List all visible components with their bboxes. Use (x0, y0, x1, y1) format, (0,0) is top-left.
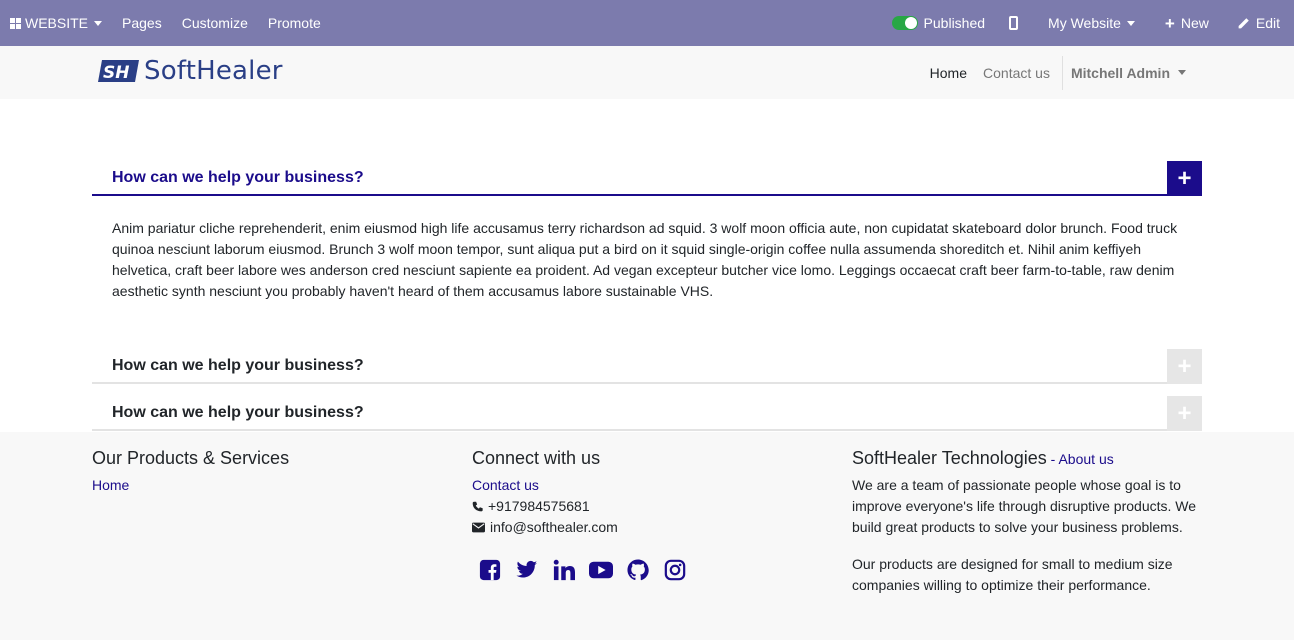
footer-email: info@softhealer.com (472, 517, 700, 538)
website-menu-button[interactable]: WEBSITE (0, 0, 112, 46)
chevron-down-icon (1126, 20, 1135, 26)
footer-heading: SoftHealer Technologies - About us (852, 448, 1114, 468)
plus-icon: + (1164, 13, 1175, 33)
linkedin-icon[interactable] (552, 558, 576, 582)
mobile-icon (1009, 16, 1019, 30)
footer-products-column: Our Products & Services Home (92, 448, 289, 496)
published-toggle[interactable]: Published (882, 0, 998, 46)
softhealer-logo-icon: SH (98, 60, 139, 83)
twitter-icon[interactable] (515, 558, 539, 582)
footer-heading: Our Products & Services (92, 448, 290, 468)
footer-home-link[interactable]: Home (92, 475, 129, 496)
chevron-down-icon (94, 20, 103, 26)
footer-heading: Connect with us (472, 448, 601, 468)
accordion-item: How can we help your business? + (92, 396, 1202, 431)
user-menu-dropdown[interactable]: Mitchell Admin (1063, 65, 1194, 81)
toggle-switch-icon (891, 16, 918, 30)
phone-icon (472, 501, 483, 512)
accordion-header[interactable]: How can we help your business? + (92, 349, 1202, 384)
social-links (478, 558, 700, 582)
footer-phone: +917984575681 (472, 496, 700, 517)
accordion-header[interactable]: How can we help your business? + (92, 161, 1202, 196)
main-content: How can we help your business? + Anim pa… (0, 99, 1294, 432)
plus-icon[interactable]: + (1167, 396, 1202, 431)
site-logo[interactable]: SH SoftHealer (98, 56, 283, 86)
promote-menu-button[interactable]: Promote (258, 0, 331, 46)
about-us-link[interactable]: About us (1058, 451, 1113, 467)
accordion-body: Anim pariatur cliche reprehenderit, enim… (112, 220, 1178, 299)
about-paragraph: We are a team of passionate people whose… (852, 477, 1197, 535)
svg-text:SH: SH (103, 63, 129, 83)
accordion-item: How can we help your business? + (92, 349, 1202, 384)
github-icon[interactable] (626, 558, 650, 582)
pages-menu-button[interactable]: Pages (112, 0, 172, 46)
footer-contact-link[interactable]: Contact us (472, 475, 539, 496)
accordion-item: How can we help your business? + Anim pa… (92, 161, 1202, 302)
mobile-preview-button[interactable] (997, 0, 1038, 46)
youtube-icon[interactable] (589, 558, 613, 582)
website-editor-bar: WEBSITE Pages Customize Promote Publishe… (0, 0, 1294, 46)
site-header: SH SoftHealer Home Contact us Mitchell A… (0, 46, 1294, 99)
logo-text: SoftHealer (144, 56, 283, 86)
envelope-icon (472, 522, 485, 533)
main-nav: Home Contact us Mitchell Admin (922, 46, 1194, 99)
nav-contact-us[interactable]: Contact us (975, 65, 1058, 81)
footer-about-column: SoftHealer Technologies - About us We ar… (852, 448, 1202, 612)
plus-icon[interactable]: + (1167, 349, 1202, 384)
about-paragraph: Our products are designed for small to m… (852, 556, 1173, 593)
plus-icon[interactable]: + (1167, 161, 1202, 196)
new-button[interactable]: + New (1155, 0, 1227, 46)
pencil-icon (1237, 17, 1250, 30)
chevron-down-icon (1178, 70, 1186, 75)
footer-connect-column: Connect with us Contact us +917984575681… (472, 448, 700, 582)
grid-icon (10, 17, 21, 29)
my-website-dropdown[interactable]: My Website (1038, 0, 1155, 46)
edit-button[interactable]: Edit (1227, 0, 1294, 46)
site-footer: Our Products & Services Home Connect wit… (0, 432, 1294, 640)
instagram-icon[interactable] (663, 558, 687, 582)
nav-home[interactable]: Home (922, 65, 975, 81)
accordion-header[interactable]: How can we help your business? + (92, 396, 1202, 431)
facebook-icon[interactable] (478, 558, 502, 582)
customize-menu-button[interactable]: Customize (172, 0, 258, 46)
